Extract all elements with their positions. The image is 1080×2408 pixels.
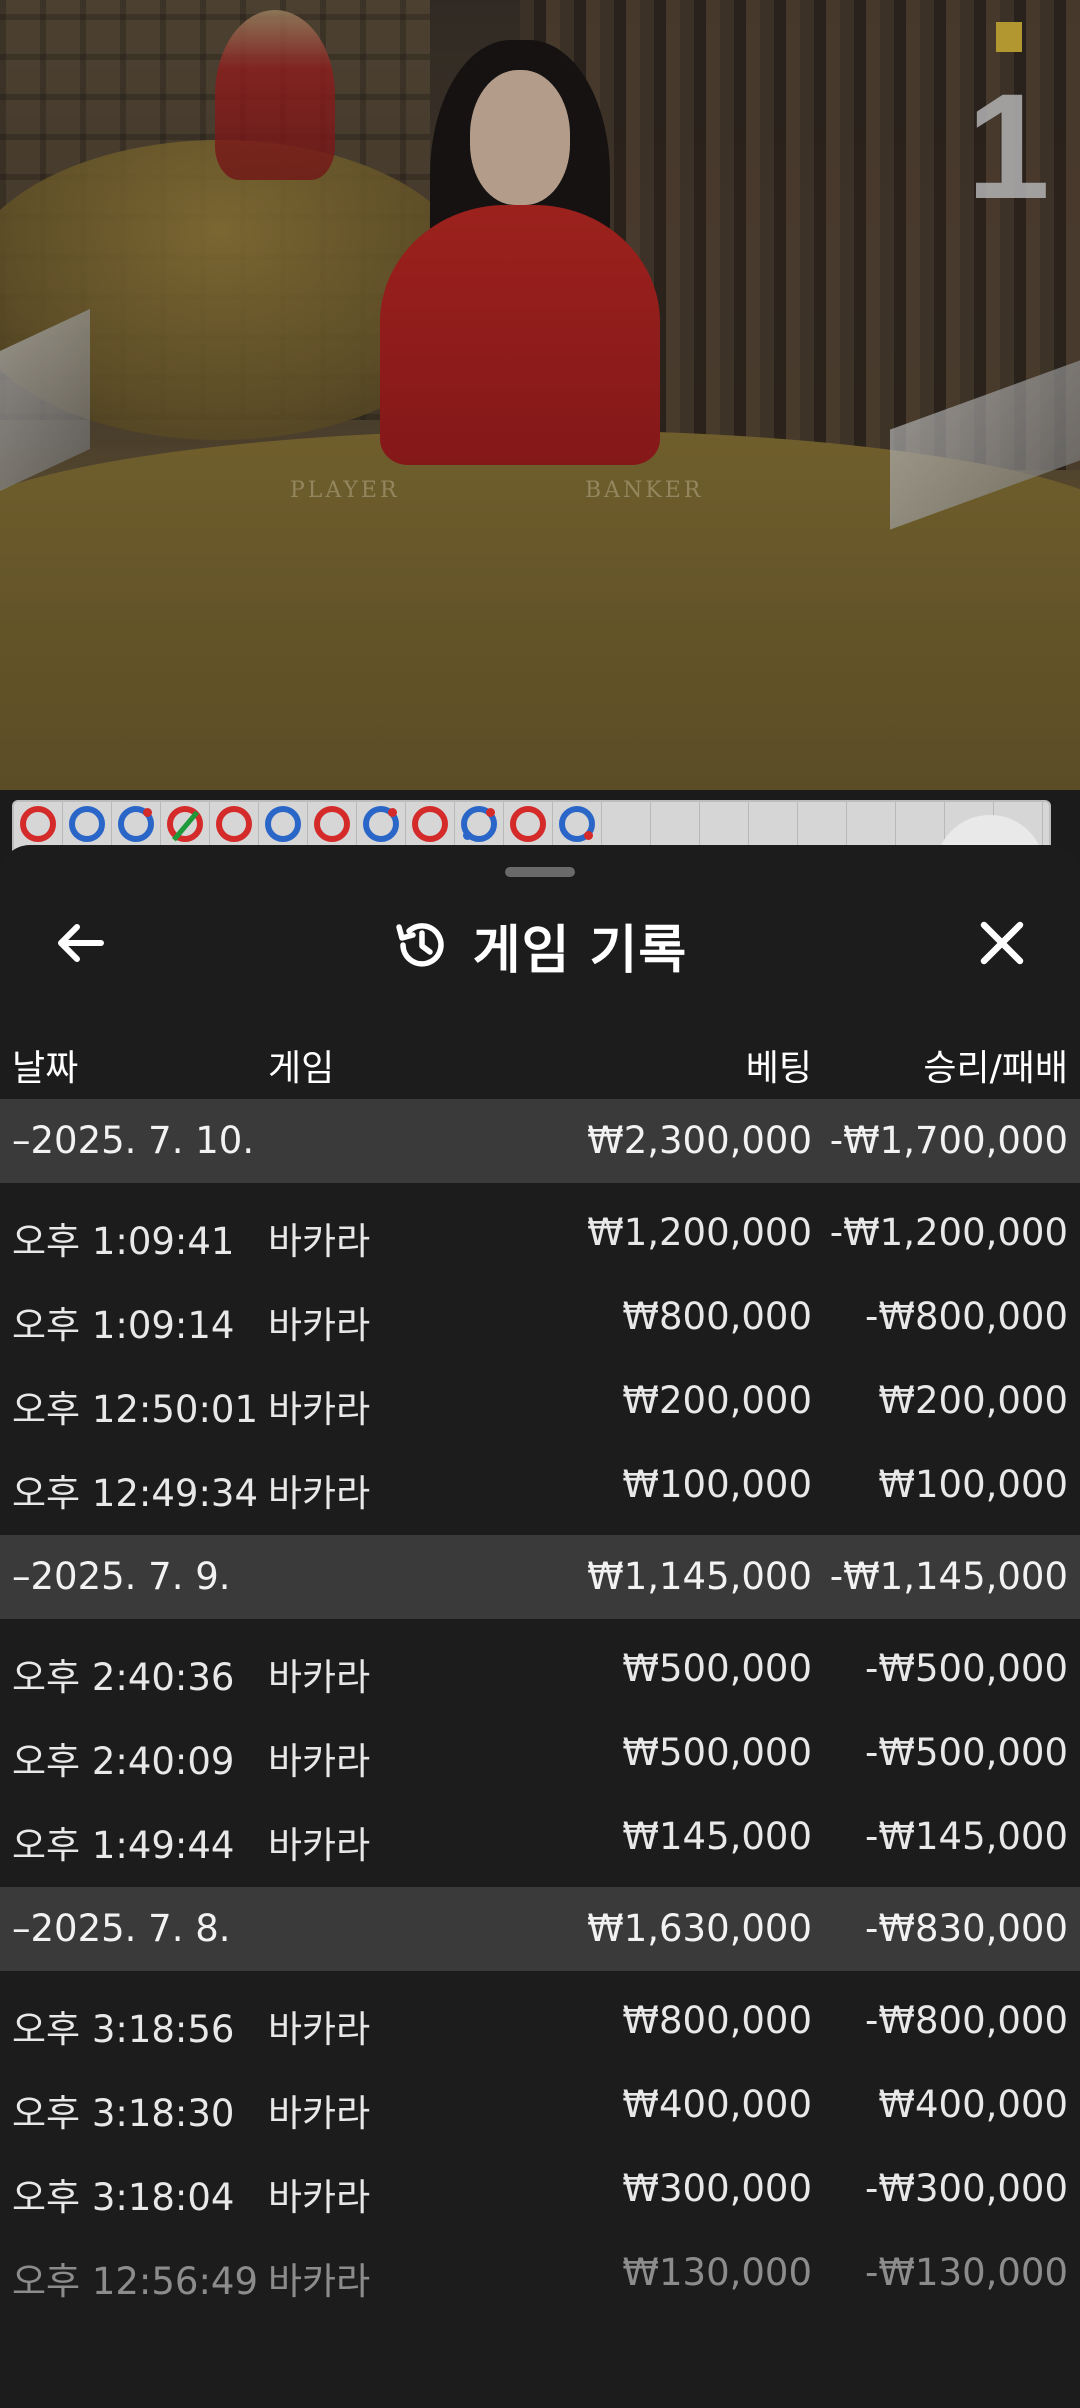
row-bet: ₩100,000 [622, 1463, 812, 1506]
row-bet: ₩1,200,000 [587, 1211, 812, 1254]
sheet-drag-handle[interactable] [505, 867, 575, 877]
group-date: –2025. 7. 9. [12, 1555, 231, 1598]
group-win-loss-total: -₩1,700,000 [829, 1119, 1068, 1162]
table-row[interactable]: 오후 3:18:30 바카라 ₩400,000 ₩400,000 [0, 2063, 1080, 2147]
group-date: –2025. 7. 10. [12, 1119, 255, 1162]
bead-banker [510, 806, 546, 842]
group-bet-total: ₩1,145,000 [587, 1555, 812, 1598]
bead-player [461, 806, 497, 842]
row-win-loss: -₩145,000 [865, 1815, 1068, 1858]
sheet-title: 게임 기록 [472, 920, 688, 981]
history-table: –2025. 7. 10. ₩2,300,000 -₩1,700,000 오후 1:0… [0, 1099, 1080, 2323]
row-time: 오후 12:49:34 [12, 1472, 259, 1515]
row-bet: ₩500,000 [622, 1647, 812, 1690]
row-bet: ₩200,000 [622, 1379, 812, 1422]
bead-banker [412, 806, 448, 842]
bead-player [118, 806, 154, 842]
date-group-row[interactable]: –2025. 7. 10. ₩2,300,000 -₩1,700,000 [0, 1099, 1080, 1183]
row-time: 오후 3:18:56 [12, 2008, 235, 2051]
bead-player [363, 806, 399, 842]
row-game: 바카라 [268, 1304, 371, 1347]
table-row[interactable]: 오후 3:18:56 바카라 ₩800,000 -₩800,000 [0, 1979, 1080, 2063]
table-row[interactable]: 오후 12:50:01 바카라 ₩200,000 ₩200,000 [0, 1359, 1080, 1443]
table-row[interactable]: 오후 12:49:34 바카라 ₩100,000 ₩100,000 [0, 1443, 1080, 1527]
group-date: –2025. 7. 8. [12, 1907, 231, 1950]
close-icon [980, 921, 1024, 965]
row-win-loss: -₩130,000 [865, 2251, 1068, 2294]
bead-player [265, 806, 301, 842]
row-win-loss: ₩100,000 [878, 1463, 1068, 1506]
row-time: 오후 12:56:49 [12, 2260, 259, 2303]
bead-banker [20, 806, 56, 842]
game-history-sheet: 게임 기록 날짜 게임 베팅 승리/패배 –2025. 7. 10. ₩2,300… [0, 845, 1080, 2408]
row-game: 바카라 [268, 1824, 371, 1867]
row-time: 오후 1:49:44 [12, 1824, 235, 1867]
row-game: 바카라 [268, 2008, 371, 2051]
column-game: 게임 [268, 1048, 335, 1089]
row-time: 오후 3:18:04 [12, 2176, 235, 2219]
row-game: 바카라 [268, 2092, 371, 2135]
row-time: 오후 1:09:14 [12, 1304, 235, 1347]
row-bet: ₩145,000 [622, 1815, 812, 1858]
group-bet-total: ₩1,630,000 [587, 1907, 812, 1950]
row-bet: ₩400,000 [622, 2083, 812, 2126]
row-game: 바카라 [268, 2260, 371, 2303]
row-bet: ₩130,000 [622, 2251, 812, 2294]
column-win-loss: 승리/패배 [923, 1048, 1068, 1089]
row-game: 바카라 [268, 2176, 371, 2219]
row-game: 바카라 [268, 1220, 371, 1263]
row-time: 오후 3:18:30 [12, 2092, 235, 2135]
group-win-loss-total: -₩830,000 [865, 1907, 1068, 1950]
table-row[interactable]: 오후 1:49:44 바카라 ₩145,000 -₩145,000 [0, 1795, 1080, 1879]
row-win-loss: -₩800,000 [865, 1295, 1068, 1338]
table-row[interactable]: 오후 2:40:09 바카라 ₩500,000 -₩500,000 [0, 1711, 1080, 1795]
live-video: PLAYER BANKER 1 [0, 0, 1080, 790]
row-win-loss: -₩500,000 [865, 1647, 1068, 1690]
date-group-row[interactable]: –2025. 7. 8. ₩1,630,000 -₩830,000 [0, 1887, 1080, 1971]
close-button[interactable] [972, 913, 1032, 973]
column-bet: 베팅 [745, 1048, 812, 1089]
row-bet: ₩800,000 [622, 1999, 812, 2042]
group-win-loss-total: -₩1,145,000 [829, 1555, 1068, 1598]
bead-banker [314, 806, 350, 842]
bead-player [559, 806, 595, 842]
row-time: 오후 1:09:41 [12, 1220, 235, 1263]
table-row[interactable]: 오후 12:56:49 바카라 ₩130,000 -₩130,000 [0, 2231, 1080, 2315]
row-win-loss: -₩800,000 [865, 1999, 1068, 2042]
bead-player [69, 806, 105, 842]
row-bet: ₩300,000 [622, 2167, 812, 2210]
row-bet: ₩500,000 [622, 1731, 812, 1774]
table-row[interactable]: 오후 1:09:41 바카라 ₩1,200,000 -₩1,200,000 [0, 1191, 1080, 1275]
row-time: 오후 2:40:36 [12, 1656, 235, 1699]
row-time: 오후 2:40:09 [12, 1740, 235, 1783]
history-icon [396, 923, 444, 967]
row-win-loss: -₩1,200,000 [829, 1211, 1068, 1254]
table-row[interactable]: 오후 2:40:36 바카라 ₩500,000 -₩500,000 [0, 1627, 1080, 1711]
row-bet: ₩800,000 [622, 1295, 812, 1338]
row-win-loss: ₩400,000 [878, 2083, 1068, 2126]
row-game: 바카라 [268, 1388, 371, 1431]
row-win-loss: ₩200,000 [878, 1379, 1068, 1422]
bead-tie [167, 806, 203, 842]
row-win-loss: -₩300,000 [865, 2167, 1068, 2210]
group-bet-total: ₩2,300,000 [587, 1119, 812, 1162]
row-game: 바카라 [268, 1740, 371, 1783]
row-game: 바카라 [268, 1656, 371, 1699]
sheet-header: 게임 기록 [0, 885, 1080, 1000]
table-row[interactable]: 오후 3:18:04 바카라 ₩300,000 -₩300,000 [0, 2147, 1080, 2231]
date-group-row[interactable]: –2025. 7. 9. ₩1,145,000 -₩1,145,000 [0, 1535, 1080, 1619]
table-header: 날짜 게임 베팅 승리/패배 [0, 1025, 1080, 1095]
row-game: 바카라 [268, 1472, 371, 1515]
table-row[interactable]: 오후 1:09:14 바카라 ₩800,000 -₩800,000 [0, 1275, 1080, 1359]
row-time: 오후 12:50:01 [12, 1388, 259, 1431]
column-date: 날짜 [12, 1048, 79, 1089]
bead-banker [216, 806, 252, 842]
row-win-loss: -₩500,000 [865, 1731, 1068, 1774]
